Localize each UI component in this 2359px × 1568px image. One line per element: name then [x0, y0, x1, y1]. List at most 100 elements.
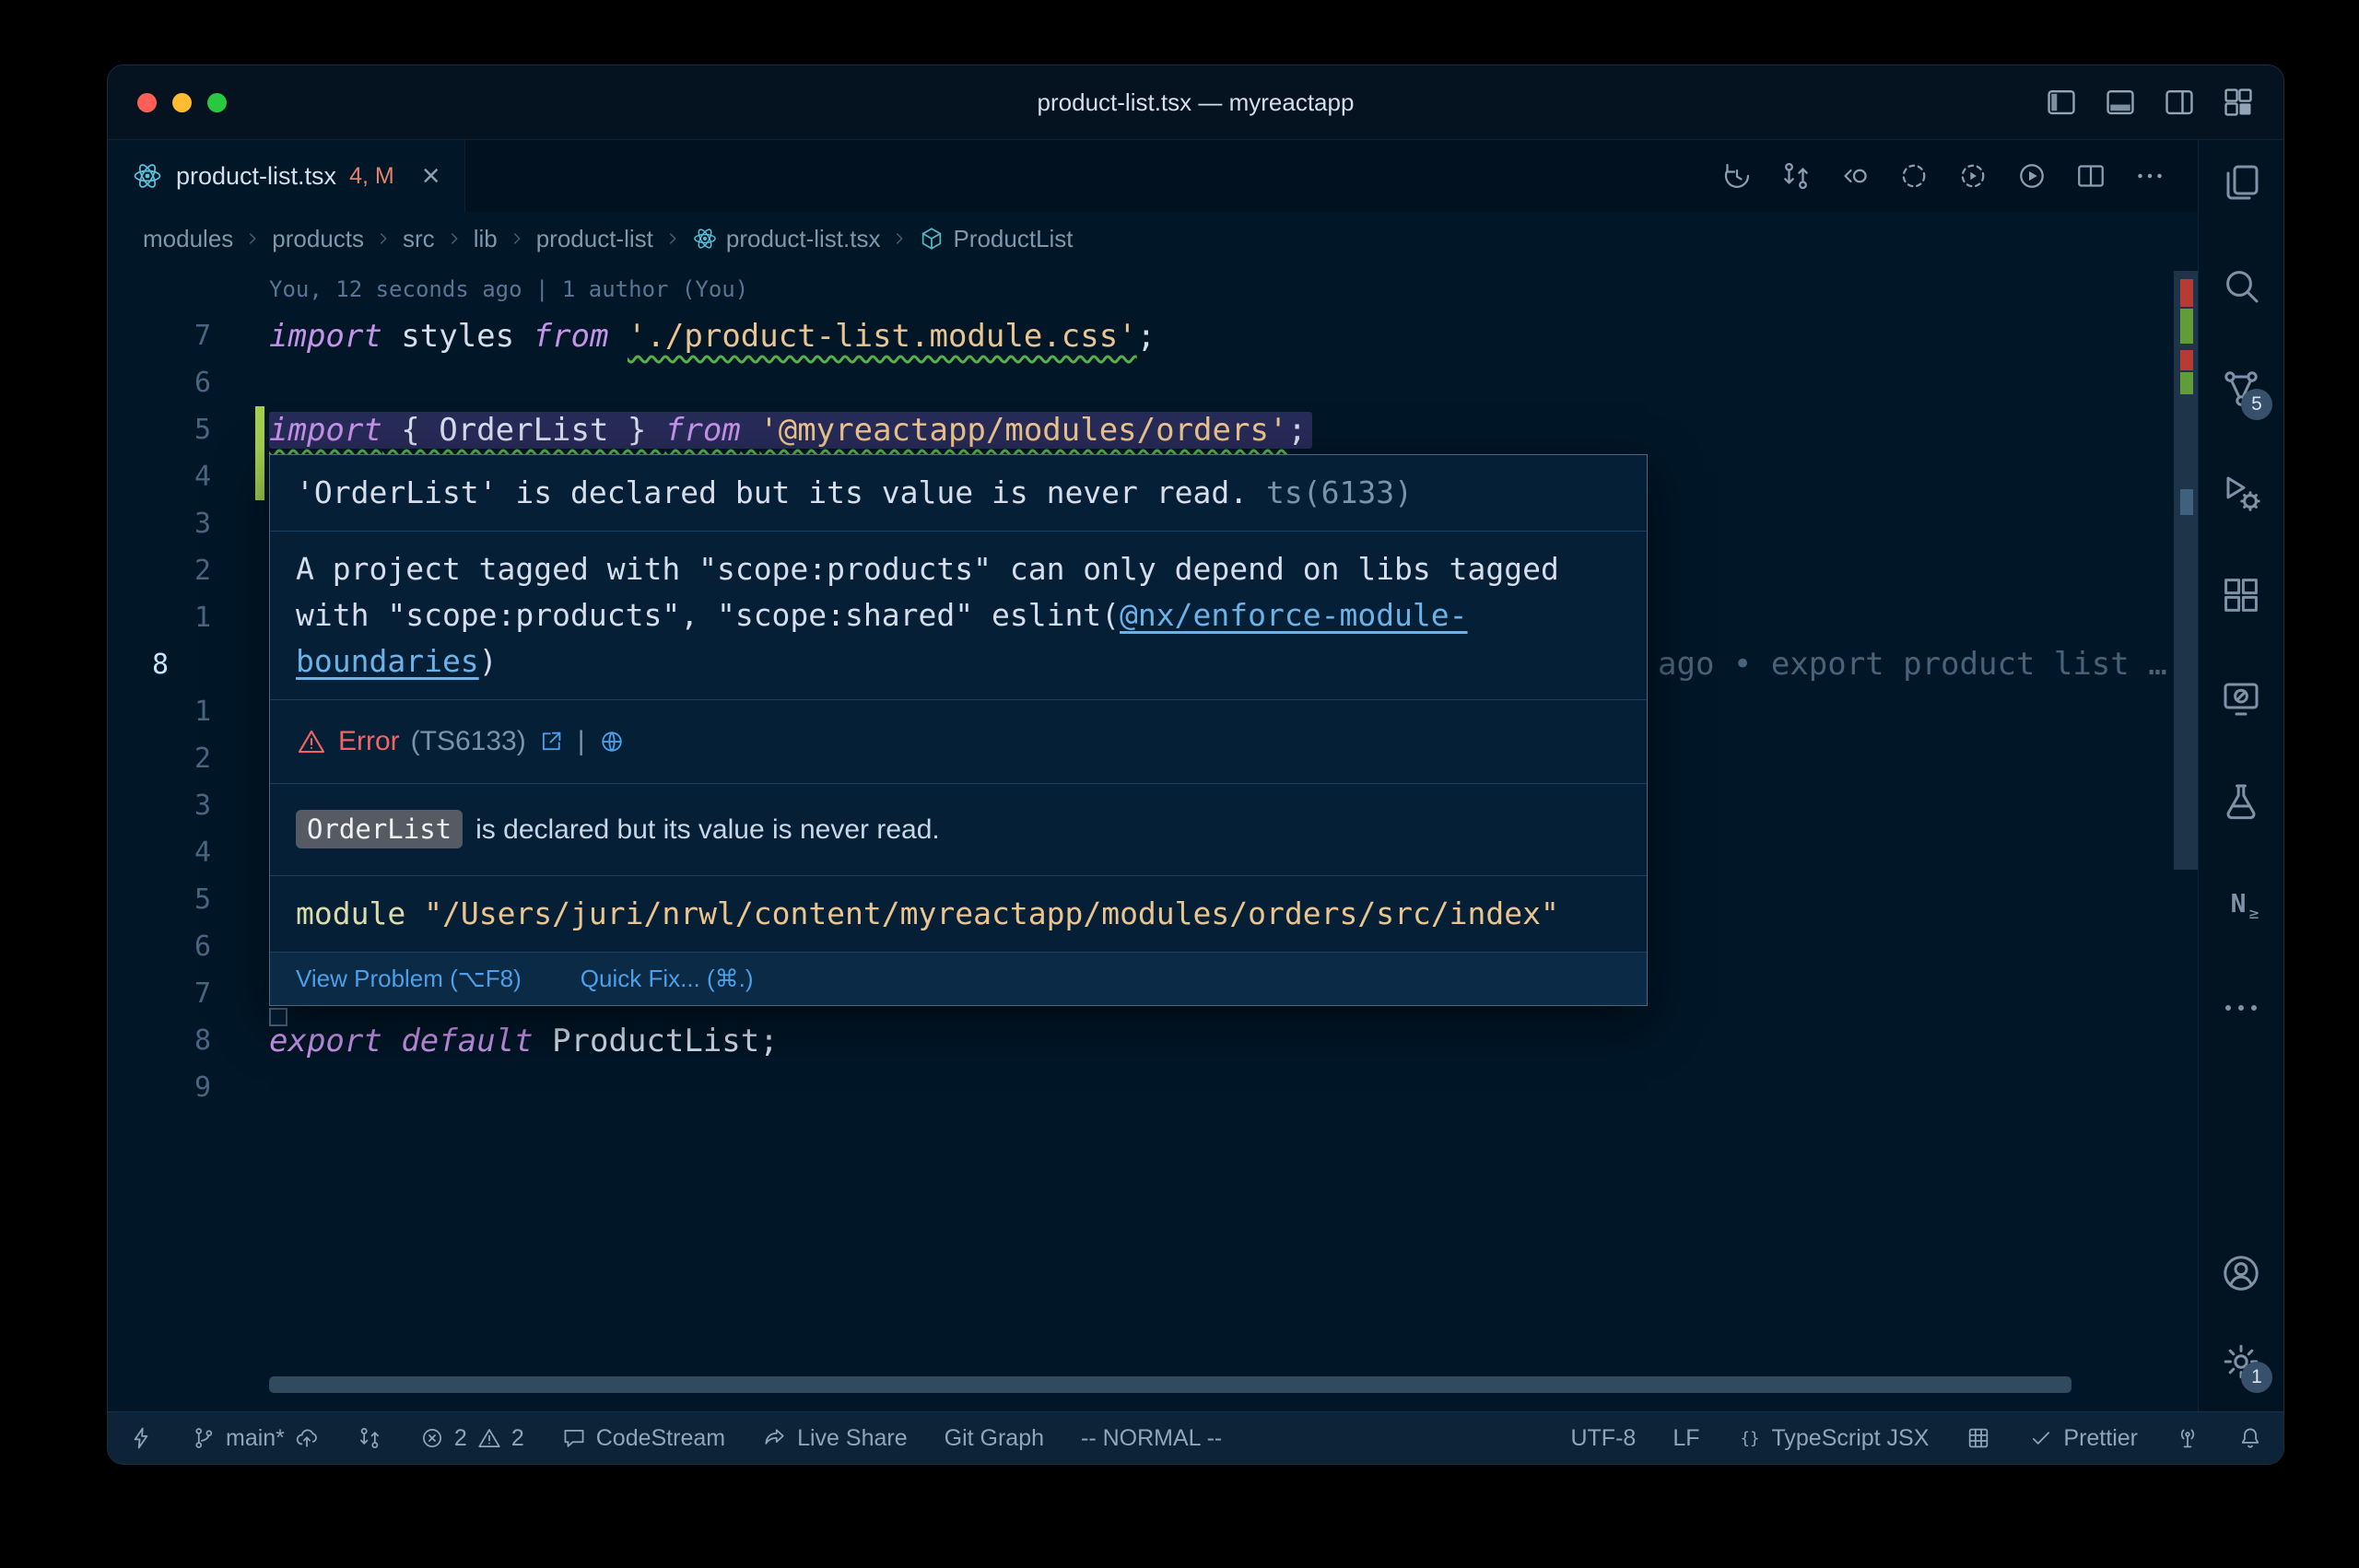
- git-compare-icon: [357, 1425, 382, 1451]
- status-broadcast[interactable]: [2175, 1425, 2201, 1451]
- activity-test-runner[interactable]: [2219, 470, 2263, 514]
- code-row: 5import { OrderList } from '@myreactapp/…: [108, 406, 2198, 453]
- status-git-graph[interactable]: Git Graph: [945, 1425, 1044, 1452]
- activity-explorer[interactable]: [2219, 160, 2263, 205]
- line-number[interactable]: 8: [108, 1024, 211, 1057]
- status-problems[interactable]: 22: [419, 1425, 524, 1452]
- breadcrumb-item[interactable]: src: [403, 225, 435, 253]
- code-line[interactable]: import { OrderList } from '@myreactapp/m…: [211, 412, 1312, 449]
- code-editor[interactable]: You, 12 seconds ago | 1 author (You)7imp…: [108, 265, 2198, 1411]
- popup-resize-grip[interactable]: [269, 1008, 288, 1026]
- activity-accounts[interactable]: [2219, 1251, 2263, 1295]
- line-number[interactable]: 2: [108, 743, 211, 775]
- code-row: 6: [108, 359, 2198, 406]
- circle-run-icon[interactable]: [1956, 159, 1989, 193]
- code-row: 7import styles from './product-list.modu…: [108, 312, 2198, 359]
- layout-panel-bottom-icon[interactable]: [2103, 85, 2138, 120]
- layout-sidebar-right-icon[interactable]: [2162, 85, 2197, 120]
- status-language[interactable]: {}TypeScript JSX: [1737, 1425, 1930, 1452]
- breadcrumb-item[interactable]: products: [272, 225, 364, 253]
- line-number[interactable]: 4: [108, 837, 211, 869]
- warning-icon: [476, 1425, 502, 1451]
- status-extension-grid[interactable]: [1966, 1425, 1991, 1451]
- status-text: Live Share: [797, 1425, 908, 1452]
- minimize-window-button[interactable]: [172, 93, 192, 112]
- status-notifications[interactable]: [2237, 1425, 2263, 1451]
- tab-close-button[interactable]: ×: [422, 160, 440, 192]
- breadcrumb-item[interactable]: ProductList: [919, 225, 1073, 253]
- token: default: [401, 1023, 533, 1059]
- view-problem-link[interactable]: View Problem (⌥F8): [296, 965, 522, 993]
- status-encoding[interactable]: UTF-8: [1570, 1425, 1636, 1452]
- token: import: [269, 318, 382, 355]
- activity-remote-explorer[interactable]: [2219, 676, 2263, 720]
- status-vim-mode[interactable]: -- NORMAL --: [1081, 1425, 1222, 1452]
- line-number[interactable]: 8: [108, 649, 211, 681]
- code-line[interactable]: import styles from './product-list.modul…: [211, 318, 1156, 355]
- status-compare[interactable]: [357, 1425, 382, 1451]
- breadcrumb-label: products: [272, 225, 364, 253]
- line-number[interactable]: 2: [108, 555, 211, 587]
- line-number[interactable]: 3: [108, 790, 211, 822]
- tab-product-list[interactable]: product-list.tsx 4, M ×: [108, 140, 465, 212]
- nav-back-circle-icon[interactable]: [1838, 159, 1872, 193]
- breadcrumb-item[interactable]: product-list.tsx: [692, 225, 881, 253]
- beaker-icon: [2219, 779, 2263, 824]
- quick-fix-link[interactable]: Quick Fix... (⌘.): [581, 965, 754, 993]
- overview-marker-error: [2180, 350, 2193, 370]
- activity-nx-console[interactable]: N≥: [2219, 883, 2263, 927]
- horizontal-scrollbar[interactable]: [269, 1376, 2071, 1393]
- line-number[interactable]: 1: [108, 696, 211, 728]
- play-circle-icon[interactable]: [2015, 159, 2048, 193]
- line-number[interactable]: 1: [108, 602, 211, 634]
- chevron-right-icon: [373, 228, 393, 249]
- breadcrumb-item[interactable]: lib: [474, 225, 498, 253]
- vscode-window: product-list.tsx — myreactapp product-li…: [107, 64, 2284, 1465]
- window-title: product-list.tsx — myreactapp: [1038, 88, 1355, 117]
- external-link-icon[interactable]: [537, 728, 565, 755]
- status-prettier[interactable]: Prettier: [2028, 1425, 2138, 1452]
- layout-sidebar-left-icon[interactable]: [2044, 85, 2079, 120]
- line-number[interactable]: 7: [108, 320, 211, 352]
- module-path-row: module "/Users/juri/nrwl/content/myreact…: [270, 876, 1647, 953]
- status-live-share[interactable]: Live Share: [762, 1425, 908, 1452]
- activity-testing[interactable]: [2219, 779, 2263, 824]
- breadcrumb-item[interactable]: modules: [143, 225, 233, 253]
- activity-additional-views[interactable]: [2219, 986, 2263, 1030]
- line-number[interactable]: 7: [108, 977, 211, 1010]
- line-number[interactable]: 6: [108, 367, 211, 399]
- activity-source-graph[interactable]: 5: [2219, 367, 2263, 411]
- line-number[interactable]: 9: [108, 1071, 211, 1104]
- code-row: You, 12 seconds ago | 1 author (You): [108, 265, 2198, 312]
- traffic-lights: [137, 65, 227, 139]
- remote-screen-icon: [2219, 676, 2263, 720]
- split-editor-icon[interactable]: [2074, 159, 2107, 193]
- git-compare-icon[interactable]: [1779, 159, 1813, 193]
- status-codestream[interactable]: CodeStream: [561, 1425, 725, 1452]
- breadcrumb-item[interactable]: product-list: [536, 225, 653, 253]
- line-number[interactable]: 5: [108, 414, 211, 446]
- history-icon[interactable]: [1720, 159, 1754, 193]
- line-number[interactable]: 6: [108, 930, 211, 963]
- eslint-message-row: A project tagged with "scope:products" c…: [270, 532, 1647, 700]
- zoom-window-button[interactable]: [207, 93, 227, 112]
- circle-dashed-icon[interactable]: [1897, 159, 1931, 193]
- activity-settings[interactable]: 1: [2219, 1340, 2263, 1384]
- diagnostic-message: 'OrderList' is declared but its value is…: [296, 474, 1248, 510]
- titlebar: product-list.tsx — myreactapp: [108, 65, 2283, 140]
- layout-customize-icon[interactable]: [2221, 85, 2256, 120]
- code-line[interactable]: export default ProductList;: [211, 1023, 779, 1059]
- token: ;: [1137, 318, 1156, 355]
- line-number[interactable]: 5: [108, 883, 211, 916]
- status-eol[interactable]: LF: [1672, 1425, 1699, 1452]
- line-number[interactable]: 4: [108, 461, 211, 493]
- status-branch[interactable]: main*: [191, 1425, 320, 1452]
- status-remote[interactable]: [128, 1425, 154, 1451]
- editor-actions: [1720, 140, 2198, 212]
- globe-icon[interactable]: [598, 728, 626, 755]
- close-window-button[interactable]: [137, 93, 157, 112]
- activity-extensions[interactable]: [2219, 573, 2263, 617]
- more-h-icon[interactable]: [2133, 159, 2166, 193]
- line-number[interactable]: 3: [108, 508, 211, 540]
- activity-search[interactable]: [2219, 263, 2263, 308]
